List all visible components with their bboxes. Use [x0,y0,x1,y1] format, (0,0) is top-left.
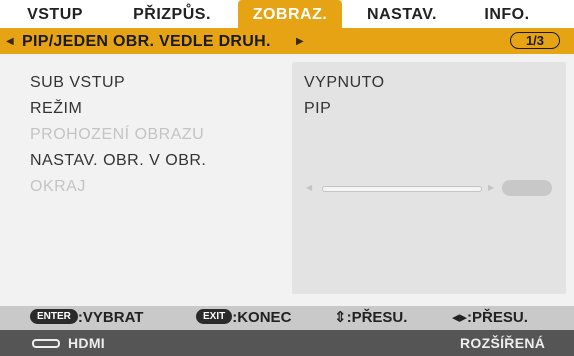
menu-tab-bar: VSTUP PŘIZPŮS. ZOBRAZ. NASTAV. INFO. [0,0,574,28]
setting-prohozeni-obrazu: PROHOZENÍ OBRAZU [30,126,205,143]
tab-info[interactable]: INFO. [462,0,552,28]
slider-track [322,186,482,192]
tab-zobraz[interactable]: ZOBRAZ. [238,0,342,28]
input-source-label: HDMI [68,335,105,351]
menu-mode-label: ROZŠÍŘENÁ [460,335,546,351]
tab-prizpus[interactable]: PŘIZPŮS. [116,0,228,28]
help-bar: ENTER:VYBRAT EXIT:KONEC ⇕:PŘESU. ◂▸:PŘES… [0,306,574,330]
projector-osd-menu: VSTUP PŘIZPŮS. ZOBRAZ. NASTAV. INFO. ◀ P… [0,0,574,356]
setting-nastav-obr-v-obr[interactable]: NASTAV. OBR. V OBR. [30,152,206,170]
setting-okraj: OKRAJ [30,178,86,195]
values-panel: VYPNUTO PIP ◀ ▶ [292,62,566,294]
status-bar: HDMI ROZŠÍŘENÁ [0,330,574,356]
help-enter: ENTER:VYBRAT [30,306,143,330]
submenu-title: PIP/JEDEN OBR. VEDLE DRUH. [22,33,271,50]
help-move-horizontal: ◂▸:PŘESU. [452,309,528,326]
right-arrow-icon[interactable]: ▶ [296,28,304,55]
setting-rezim[interactable]: REŽIM [30,100,82,118]
tab-nastav[interactable]: NASTAV. [352,0,452,28]
settings-panel: SUB VSTUP REŽIM PROHOZENÍ OBRAZU NASTAV.… [0,54,574,306]
submenu-title-bar: ◀ PIP/JEDEN OBR. VEDLE DRUH. ▶ 1/3 [0,28,574,54]
page-indicator: 1/3 [510,32,560,49]
tab-vstup[interactable]: VSTUP [10,0,100,28]
exit-key-badge: EXIT [196,309,233,325]
value-sub-vstup[interactable]: VYPNUTO [304,74,385,92]
slider-right-arrow-icon: ▶ [488,183,495,192]
left-arrow-icon[interactable]: ◀ [6,28,14,55]
value-rezim[interactable]: PIP [304,100,331,118]
setting-sub-vstup[interactable]: SUB VSTUP [30,74,125,92]
slider-value-box [502,180,552,196]
enter-key-badge: ENTER [30,309,78,325]
okraj-slider: ◀ ▶ [302,180,554,196]
slider-left-arrow-icon: ◀ [306,183,313,192]
enter-action-label: :VYBRAT [77,309,144,326]
help-exit: EXIT:KONEC [196,306,291,330]
help-move-vertical: ⇕:PŘESU. [334,309,408,326]
exit-action-label: :KONEC [232,309,292,326]
hdmi-port-icon [32,339,60,348]
